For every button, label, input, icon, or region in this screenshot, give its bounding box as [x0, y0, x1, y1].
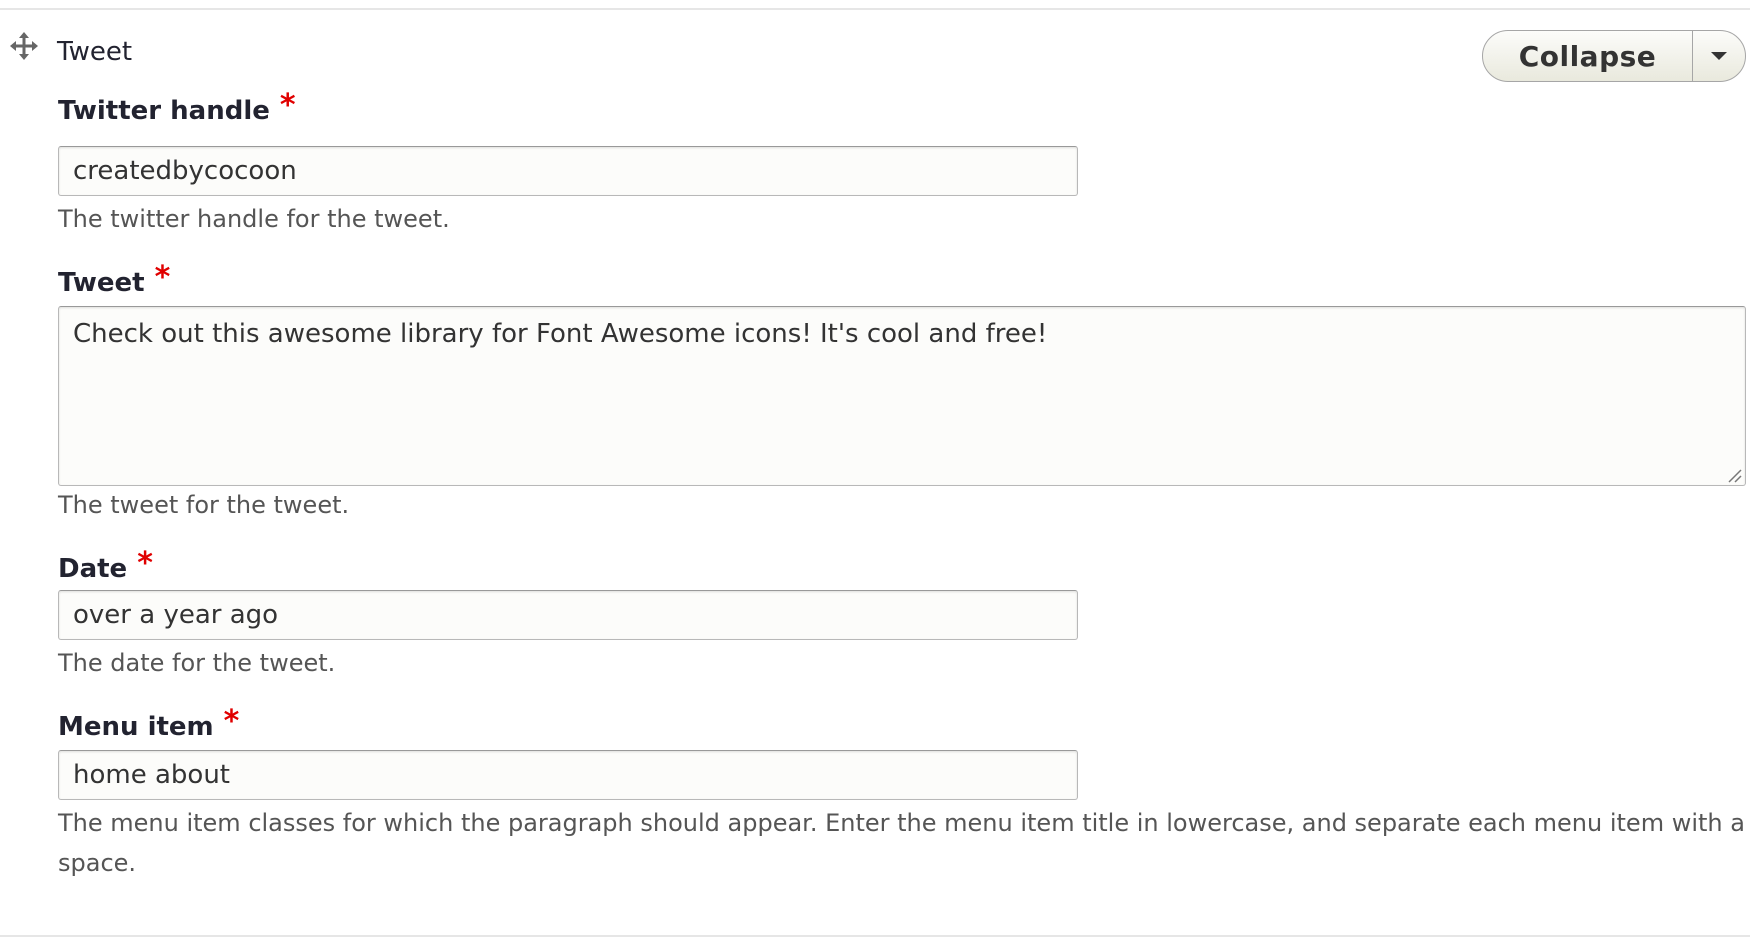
menu-item-description: The menu item classes for which the para… [58, 809, 1745, 877]
menu-item-label-text: Menu item [58, 712, 214, 742]
menu-item-input[interactable] [58, 750, 1078, 800]
collapse-button[interactable]: Collapse [1483, 31, 1692, 81]
required-marker: * [154, 260, 171, 295]
required-marker: * [137, 546, 153, 581]
twitter-handle-description: The twitter handle for the tweet. [58, 205, 450, 233]
paragraph-title: Tweet [57, 37, 133, 67]
tweet-description: The tweet for the tweet. [58, 491, 350, 519]
caret-down-icon [1711, 52, 1727, 60]
date-label-text: Date [58, 554, 128, 584]
bottom-divider [0, 935, 1750, 937]
move-arrows-icon[interactable] [10, 32, 38, 60]
collapse-dropbutton: Collapse [1482, 30, 1746, 82]
tweet-textarea[interactable]: Check out this awesome library for Font … [58, 306, 1746, 486]
required-marker: * [279, 88, 296, 123]
twitter-handle-input[interactable] [58, 146, 1078, 196]
tweet-label: Tweet * [58, 261, 170, 300]
top-divider [0, 8, 1750, 10]
required-marker: * [223, 704, 240, 739]
resize-grip-icon[interactable] [1728, 468, 1742, 483]
tweet-label-text: Tweet [58, 268, 145, 298]
menu-item-label: Menu item * [58, 705, 239, 744]
date-description: The date for the tweet. [58, 649, 336, 677]
twitter-handle-label-text: Twitter handle [58, 96, 270, 126]
date-label: Date * [58, 547, 153, 586]
dropbutton-toggle[interactable] [1692, 31, 1745, 81]
date-input[interactable] [58, 590, 1078, 640]
twitter-handle-label: Twitter handle * [58, 89, 296, 128]
